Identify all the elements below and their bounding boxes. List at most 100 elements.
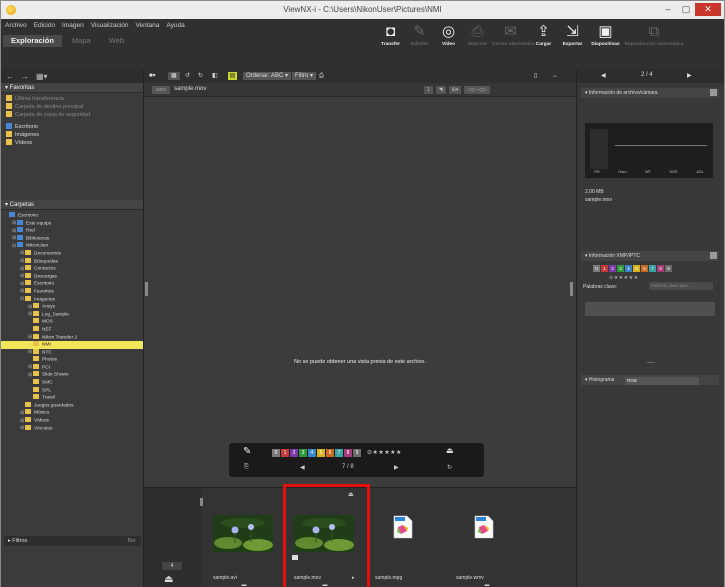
folder-tree-item[interactable]: ⊞ NTC [1,348,143,357]
right-panel-toggle[interactable] [570,282,573,296]
slideshow-button[interactable]: ▣ Diapositivas [587,21,624,55]
rating-stars[interactable]: ⊘★★★★★ [609,275,639,281]
folder-tree-item[interactable]: ⊞ Log_Sample [1,310,143,319]
next-icon[interactable]: ▶ [394,464,399,471]
label-chip[interactable]: 4 [625,265,632,272]
favorite-main-destination[interactable]: Carpeta de destino principal [1,103,143,111]
display-option-3[interactable]: ⊞▾ [448,86,462,94]
folder-tree-item[interactable]: MOS [1,318,143,326]
label-chip[interactable]: 1 [601,265,608,272]
menu-archivo[interactable]: Archivo [5,22,27,29]
label-chip[interactable]: 5 [317,449,325,457]
display-option-4[interactable]: ◁ ▷ ◁ ▷ [464,86,490,94]
label-chip[interactable]: 5 [633,265,640,272]
display-option-2[interactable]: ◥ [435,86,446,94]
folder-tree-item[interactable]: ⊞ PCI [1,363,143,372]
menu-edicion[interactable]: Edición [34,22,55,29]
folder-tree-item[interactable]: ⊞ Búsquedas [1,257,143,266]
label-chip[interactable]: 6 [641,265,648,272]
folder-tree-item[interactable]: SMC [1,379,143,387]
sort-dropdown[interactable]: Ordenar: ABC ▾ [243,72,292,80]
splitter[interactable] [647,362,655,363]
folder-tree-item[interactable]: Travel [1,394,143,402]
menu-ventana[interactable]: Ventana [136,22,160,29]
pen-icon[interactable]: ✎ [243,446,251,457]
label-chip[interactable]: 0 [593,265,600,272]
keywords-input[interactable]: Palabras clave para... [649,282,713,290]
view-mode-dropdown[interactable]: ■▾ [149,72,156,80]
label-chip[interactable]: 3 [299,449,307,457]
label-chip[interactable]: 7 [649,265,656,272]
favorite-last-transfer[interactable]: Última transferencia [1,95,143,103]
panel-close-icon[interactable] [710,89,717,96]
filter-dropdown[interactable]: Filtro ▾ [292,72,317,80]
rotate-left-icon[interactable]: ↺ [185,72,190,80]
filmstrip-grabber[interactable] [200,498,203,506]
tab-web[interactable]: Web [101,35,132,47]
folder-tree-item[interactable]: ⊞ Slide Shows [1,371,143,379]
thumbnail-item[interactable]: sample.mpg [369,488,445,587]
folder-tree-item[interactable]: ⊞ Ansys [1,303,143,311]
favorite-videos[interactable]: Vídeos [1,139,143,147]
favorite-backup[interactable]: Carpeta de copia de seguridad [1,111,143,119]
rotate-right-icon[interactable]: ↻ [198,72,203,80]
display-option-1[interactable]: 1 [424,86,433,94]
folder-tree-item[interactable]: Photos [1,356,143,364]
refresh-icon[interactable]: ↻ [447,464,452,471]
label-chip[interactable]: 6 [326,449,334,457]
histogram-channel-select[interactable]: RGB [625,377,699,385]
folders-header[interactable]: ▾ Carpetas [1,200,143,210]
email-button[interactable]: ✉ Correo electrónico [492,21,535,55]
back-arrow-icon[interactable]: ← [6,72,14,81]
favorite-pictures[interactable]: Imágenes [1,131,143,139]
folder-tree-item[interactable]: ⊞ Vídeos [1,417,143,425]
eject-icon[interactable]: ⏏ [164,574,173,585]
menu-visualizacion[interactable]: Visualización [91,22,129,29]
folder-tree-item[interactable]: ⊞ Red [1,227,143,235]
folder-tree-item[interactable]: ⊟ NikonUser [1,242,143,250]
folder-tree-item[interactable]: Juegos guardados [1,401,143,410]
tab-mapa[interactable]: Mapa [64,35,99,47]
label-chip[interactable]: 1 [281,449,289,457]
transfer-button[interactable]: ◘ Transfer [376,21,405,55]
thumbnail-size-value[interactable]: 4 [162,562,182,570]
folder-tree-item[interactable]: ⊞ Este equipo [1,219,143,228]
copy-icon[interactable]: ⎘ [244,464,249,471]
xmp-info-header[interactable]: ▾ Información XMP/IPTC [581,251,719,261]
label-chip[interactable]: 2 [290,449,298,457]
label-chip[interactable]: 2 [609,265,616,272]
menu-ayuda[interactable]: Ayuda [166,22,184,29]
folder-tree-item[interactable]: ⊞ Descargas [1,272,143,281]
folder-tree-item[interactable]: ⊞ Bibliotecas [1,234,143,243]
print-small-icon[interactable]: ⎙ [319,72,324,80]
tab-exploracion[interactable]: Exploración [3,35,62,47]
label-chip[interactable]: 8 [657,265,664,272]
folder-tree-item[interactable]: ⊟ Imágenes [1,295,143,304]
thumbnail-view-button[interactable]: ▦ [168,72,180,80]
minimize-button[interactable]: – [660,3,676,16]
video-button[interactable]: ◎ Vídeo [434,21,463,55]
file-info-header[interactable]: ▾ Información de archivo/cámara [581,88,719,98]
autoplay-button[interactable]: ⧉ Reproducción automática [624,21,684,55]
folder-tree-item[interactable]: ⊞ Nikon Transfer 2 [1,333,143,342]
label-chip[interactable]: 7 [335,449,343,457]
panel-close-icon[interactable] [710,252,717,259]
protect-icon[interactable]: ⏏ [446,446,454,455]
rating-stars[interactable]: ⊘★★★★★ [367,449,402,456]
label-chip[interactable]: 3 [617,265,624,272]
menu-imagen[interactable]: Imagen [62,22,84,29]
folder-tree-item[interactable]: Escritorio [1,212,143,220]
folder-tree-item[interactable]: ⊞ Favoritos [1,287,143,296]
view-mode-icon[interactable]: ▦▾ [36,72,48,81]
info-icon[interactable]: ▯ [534,72,537,80]
prev-icon[interactable]: ◀ [300,464,305,471]
favorite-desktop[interactable]: Escritorio [1,123,143,131]
folder-tree-item[interactable]: NEF [1,325,143,334]
upload-button[interactable]: ⇪ Cargar [529,21,558,55]
print-button[interactable]: ⎙ Imprimir [463,21,492,55]
folder-tree-item[interactable]: SPL [1,386,143,395]
compare-icon[interactable]: ◧ [212,72,218,80]
folder-tree-item[interactable]: NMI [1,341,143,349]
maximize-button[interactable]: ▢ [678,3,694,16]
expand-icon[interactable]: ↔ [552,72,558,80]
